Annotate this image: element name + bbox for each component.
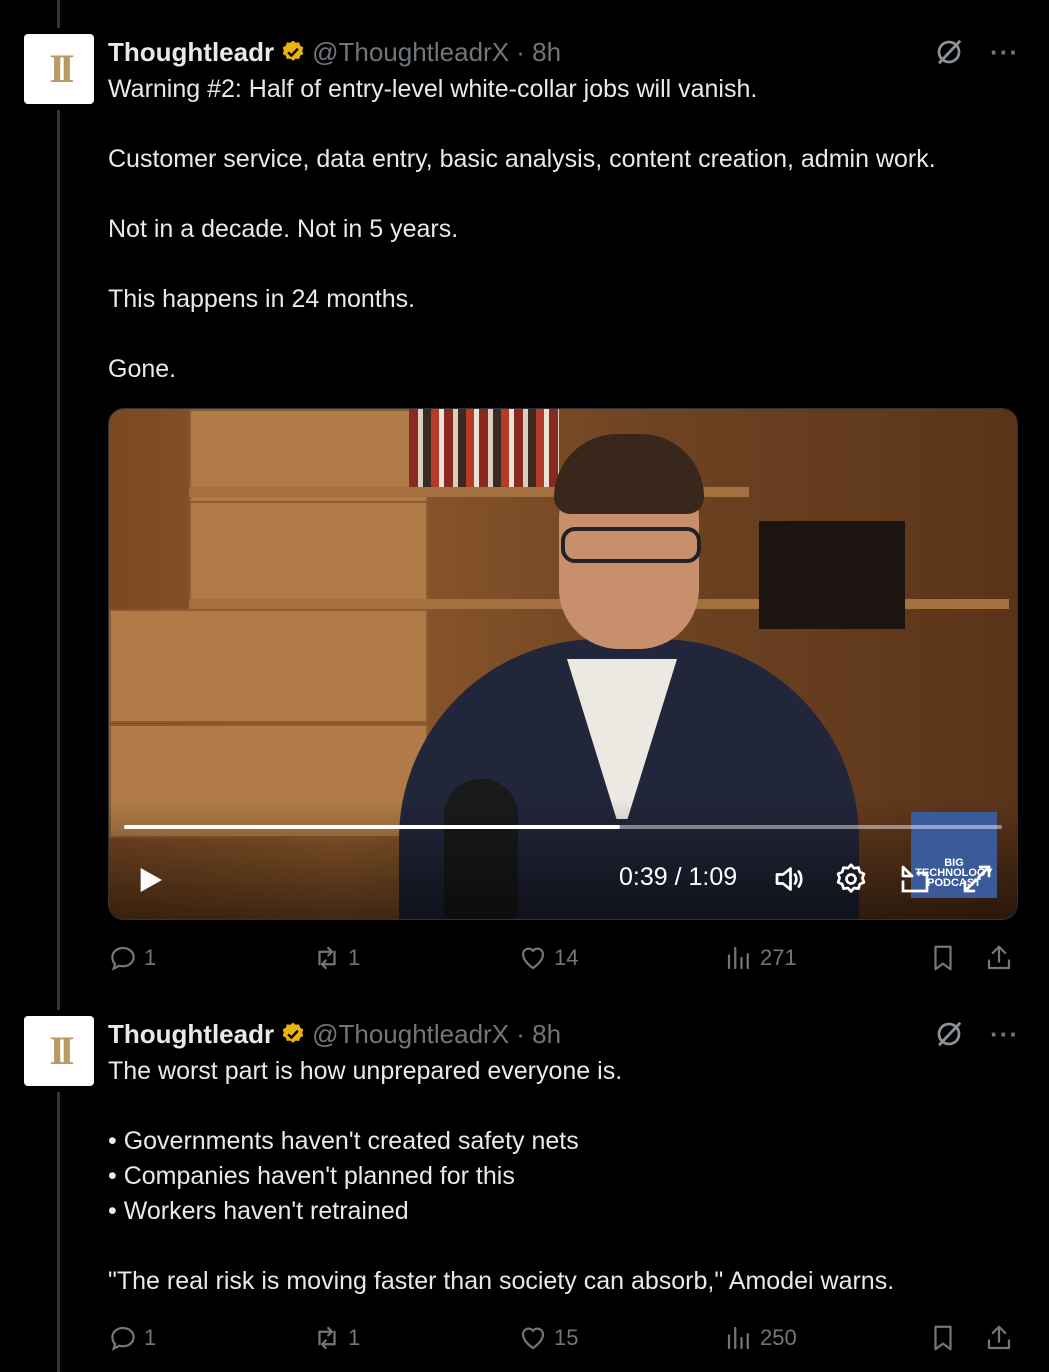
volume-icon[interactable] — [771, 861, 807, 897]
tweet[interactable]: II Thoughtleadr @ThoughtleadrX · 8h ··· … — [0, 34, 1049, 984]
heart-icon — [521, 1327, 545, 1350]
tweet-line: The worst part is how unprepared everyon… — [108, 1057, 623, 1085]
like-count: 15 — [554, 1325, 579, 1350]
like-count: 14 — [554, 945, 579, 970]
reply-button[interactable]: 1 — [108, 1320, 156, 1356]
heart-icon — [521, 947, 545, 970]
fullscreen-icon[interactable] — [959, 861, 995, 897]
share-button[interactable] — [984, 1320, 1014, 1356]
tweet-actions: 1 1 15 250 — [108, 1320, 1016, 1356]
video-progress-bar[interactable] — [124, 825, 1002, 829]
tweet-line: Customer service, data entry, basic anal… — [108, 145, 936, 173]
bookshelf-books — [409, 409, 559, 487]
share-icon — [987, 945, 1011, 970]
tweet-header: Thoughtleadr @ThoughtleadrX · 8h — [108, 1016, 561, 1052]
tweet[interactable]: II Thoughtleadr @ThoughtleadrX · 8h ··· … — [0, 1016, 1049, 1372]
author-name[interactable]: Thoughtleadr — [108, 37, 274, 68]
tweet-line: • Companies haven't planned for this — [108, 1162, 515, 1190]
thread-line-top — [57, 0, 60, 28]
tweet-line: Warning #2: Half of entry-level white-co… — [108, 75, 758, 103]
more-icon[interactable]: ··· — [990, 39, 1019, 65]
grok-icon[interactable] — [934, 1019, 964, 1049]
picture-in-picture-icon[interactable] — [897, 861, 933, 897]
repost-count: 1 — [348, 1325, 361, 1350]
repost-icon — [318, 946, 336, 970]
verified-badge-icon — [282, 1022, 304, 1043]
views-count: 250 — [760, 1325, 797, 1350]
video-time: 0:39 / 1:09 — [619, 863, 738, 891]
grok-icon[interactable] — [934, 37, 964, 67]
bookmark-icon — [934, 945, 952, 971]
tweet-header: Thoughtleadr @ThoughtleadrX · 8h — [108, 34, 561, 70]
handle-and-time[interactable]: @ThoughtleadrX · 8h — [312, 37, 561, 68]
avatar[interactable]: II — [24, 1016, 94, 1086]
tweet-top-icons: ··· — [934, 34, 1019, 70]
tweet-line: • Workers haven't retrained — [108, 1197, 409, 1225]
bookmark-button[interactable] — [928, 940, 958, 976]
like-button[interactable]: 15 — [518, 1320, 578, 1356]
tweet-line: Gone. — [108, 355, 177, 383]
more-icon[interactable]: ··· — [990, 1021, 1019, 1047]
repost-icon — [318, 1326, 336, 1350]
tweet-top-icons: ··· — [934, 1016, 1019, 1052]
thoughtleadr-logo-icon: II — [49, 1028, 74, 1073]
views-button[interactable]: 250 — [724, 1320, 797, 1356]
settings-gear-icon[interactable] — [833, 861, 869, 897]
views-button[interactable]: 271 — [724, 940, 797, 976]
repost-button[interactable]: 1 — [312, 1320, 360, 1356]
verified-badge-icon — [282, 40, 304, 61]
reply-count: 1 — [144, 1325, 157, 1350]
views-icon — [727, 946, 749, 970]
play-icon[interactable] — [134, 864, 166, 896]
tweet-text: Warning #2: Half of entry-level white-co… — [108, 72, 936, 387]
repost-count: 1 — [348, 945, 361, 970]
bookmark-icon — [934, 1325, 952, 1351]
reply-icon — [111, 1326, 135, 1351]
video-player[interactable]: BIG TECHNOLOGY PODCAST 0:39 / 1:09 — [108, 408, 1018, 920]
author-name[interactable]: Thoughtleadr — [108, 1019, 274, 1050]
tweet-line: Not in a decade. Not in 5 years. — [108, 215, 459, 243]
reply-count: 1 — [144, 945, 157, 970]
tweet-line: "The real risk is moving faster than soc… — [108, 1267, 895, 1295]
share-button[interactable] — [984, 940, 1014, 976]
thoughtleadr-logo-icon: II — [49, 46, 74, 91]
reply-icon — [111, 946, 135, 971]
reply-button[interactable]: 1 — [108, 940, 156, 976]
television — [759, 521, 905, 629]
handle-and-time[interactable]: @ThoughtleadrX · 8h — [312, 1019, 561, 1050]
share-icon — [987, 1325, 1011, 1350]
tweet-line: This happens in 24 months. — [108, 285, 416, 313]
bookmark-button[interactable] — [928, 1320, 958, 1356]
like-button[interactable]: 14 — [518, 940, 578, 976]
views-icon — [727, 1326, 749, 1350]
repost-button[interactable]: 1 — [312, 940, 360, 976]
tweet-line: • Governments haven't created safety net… — [108, 1127, 579, 1155]
tweet-text: The worst part is how unprepared everyon… — [108, 1054, 894, 1299]
views-count: 271 — [760, 945, 797, 970]
video-progress-fill — [124, 825, 621, 829]
tweet-actions: 1 1 14 271 — [108, 940, 1016, 976]
avatar[interactable]: II — [24, 34, 94, 104]
